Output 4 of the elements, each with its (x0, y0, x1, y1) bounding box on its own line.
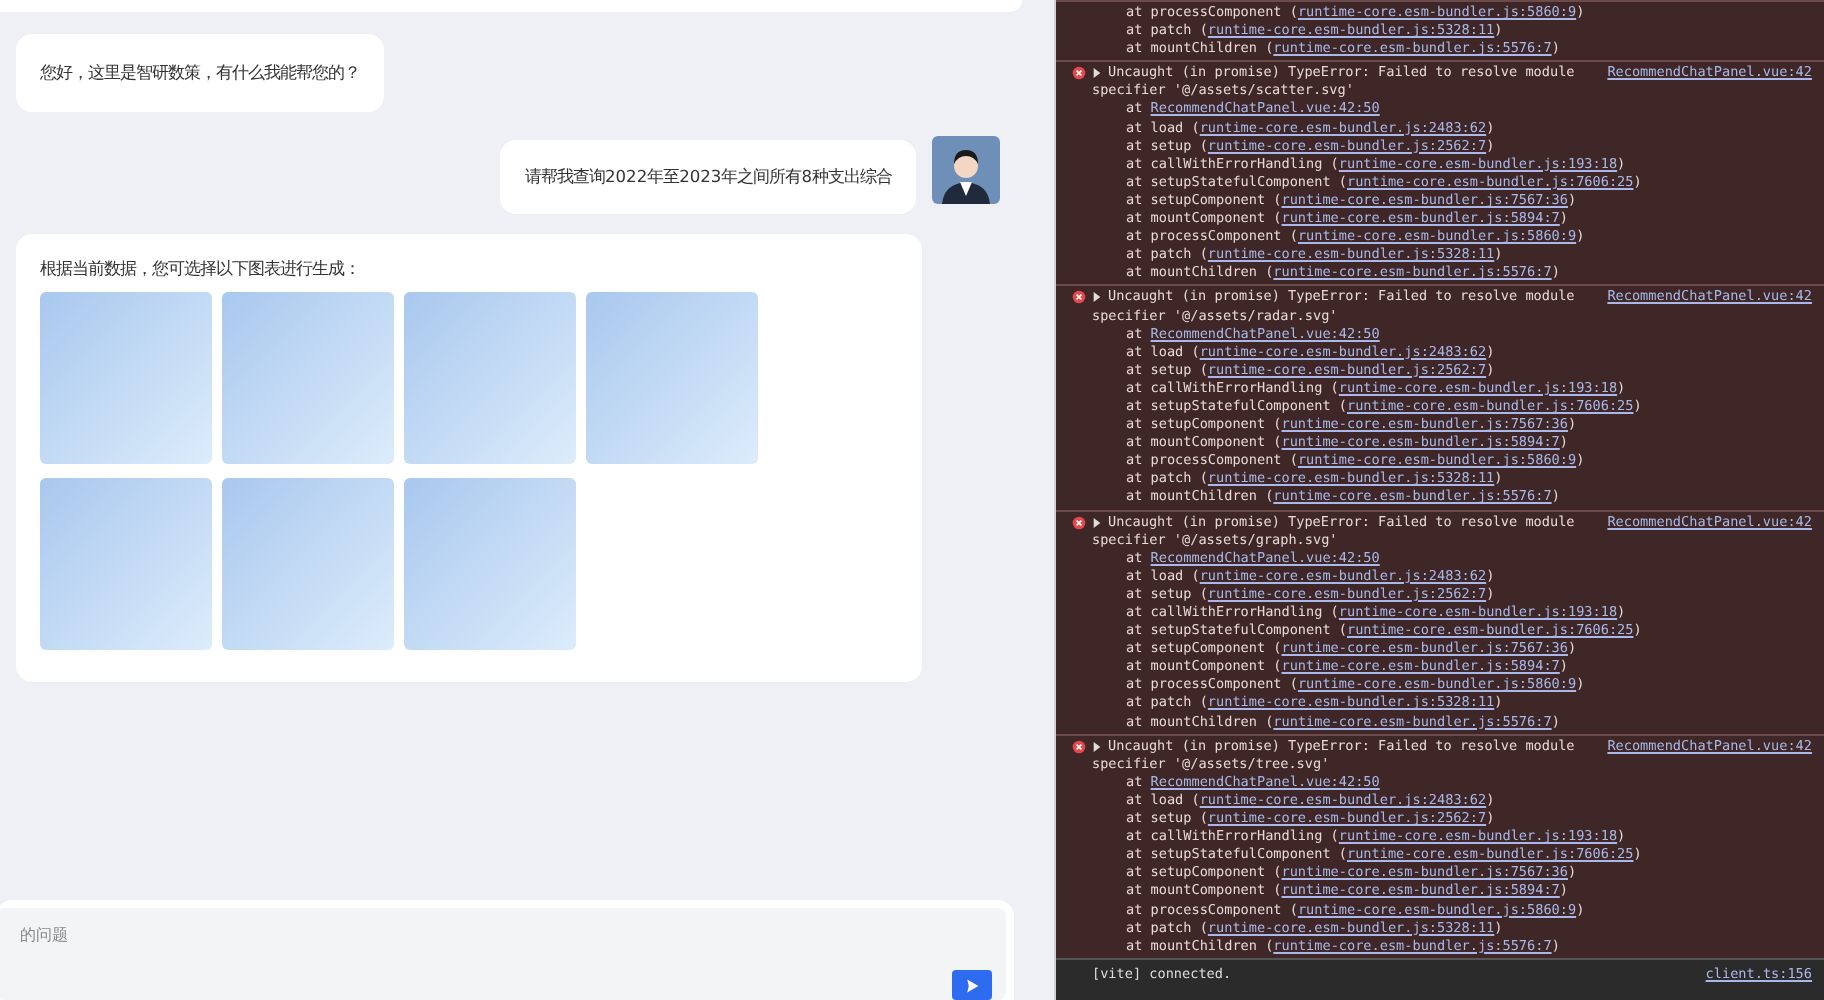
options-prompt: 根据当前数据，您可选择以下图表进行生成： (40, 258, 362, 280)
user-message: 请帮我查询2022年至2023年之间所有8种支出综合 (500, 140, 916, 214)
question-field[interactable]: 的问题 (0, 908, 1006, 1000)
bot-message: 您好，这里是智研数策，有什么我能帮您的？ (16, 34, 384, 112)
